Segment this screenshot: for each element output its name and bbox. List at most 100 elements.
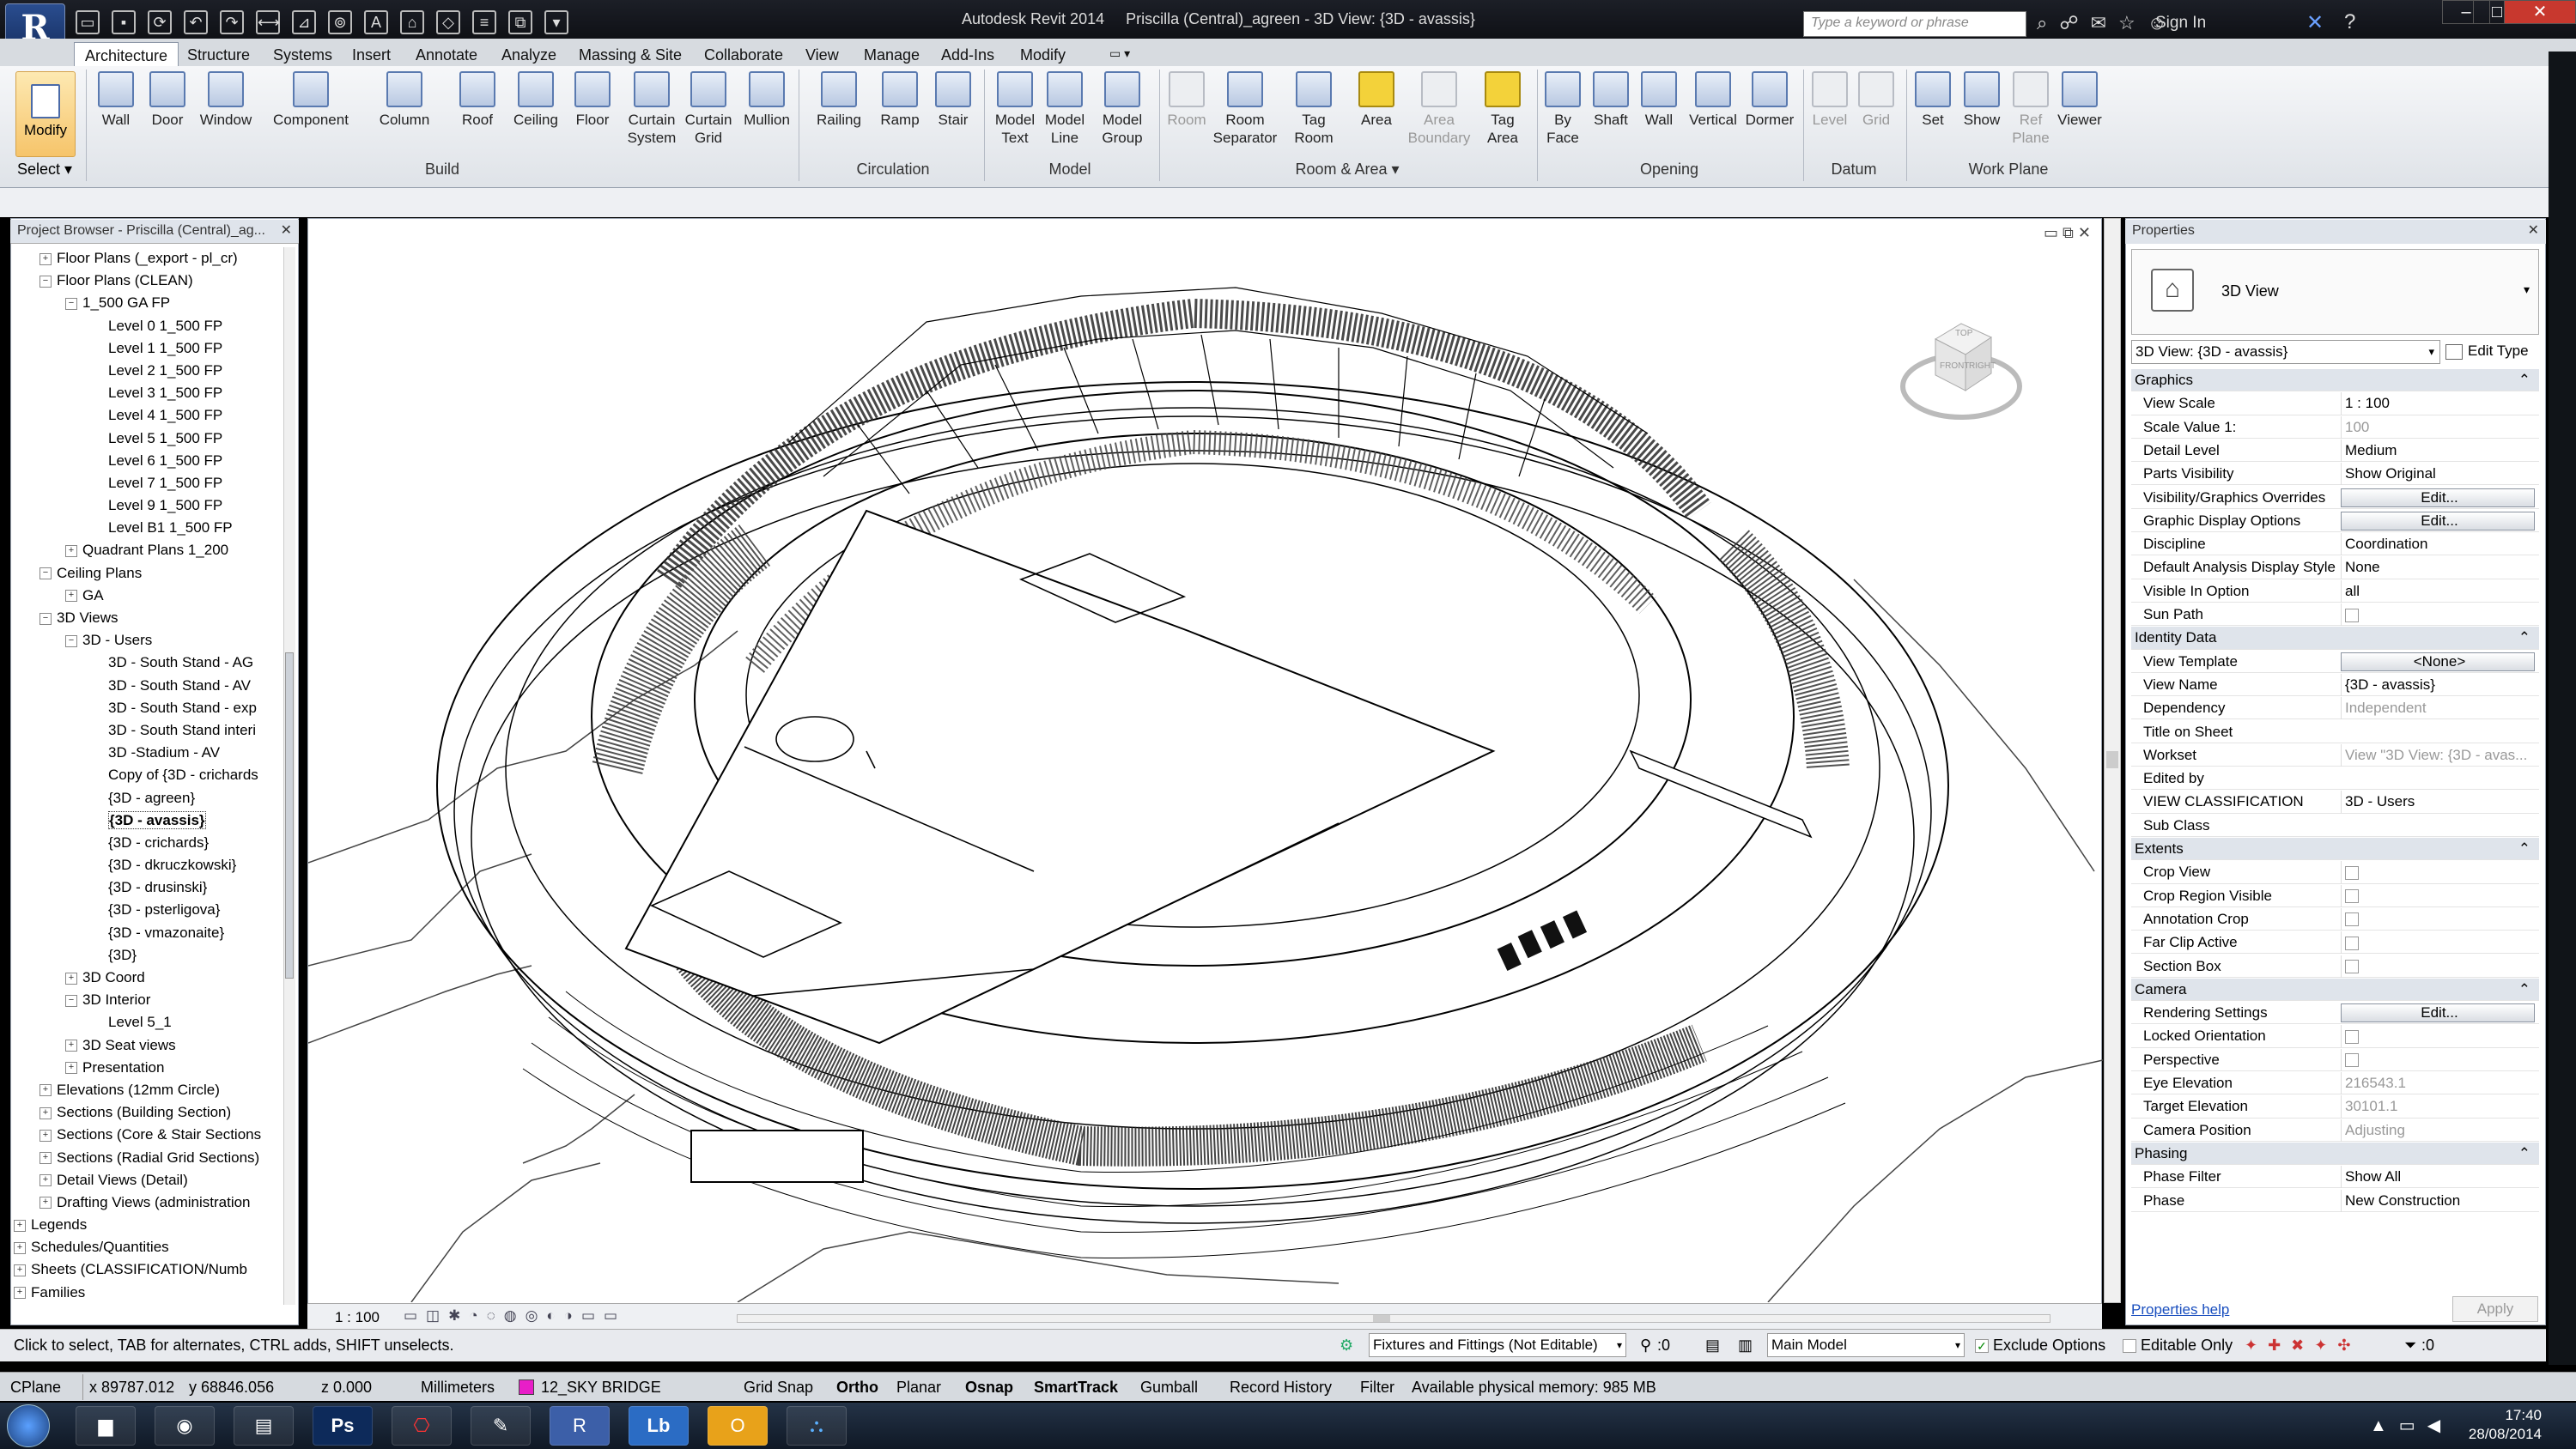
units-label[interactable]: Millimeters — [421, 1373, 495, 1402]
tab-systems[interactable]: Systems — [263, 42, 343, 68]
view-vscrollbar[interactable] — [2104, 218, 2121, 1303]
property-checkbox[interactable] — [2341, 907, 2535, 931]
sync-icon[interactable]: ⟳ — [148, 10, 172, 34]
record-history-toggle[interactable]: Record History — [1230, 1373, 1332, 1402]
default-3d-view-icon[interactable]: ⌂ — [400, 10, 424, 34]
tree-item[interactable]: Level 0 1_500 FP — [14, 315, 285, 337]
search-input[interactable]: Type a keyword or phrase — [1803, 11, 2026, 37]
tag-icon[interactable]: ⊚ — [328, 10, 352, 34]
binoculars-icon[interactable]: ⌕ — [2037, 12, 2047, 34]
tab-architecture[interactable]: Architecture — [74, 42, 179, 68]
collapse-icon[interactable]: ⌃ — [2518, 1143, 2530, 1165]
model-line-button[interactable]: Model Line — [1041, 71, 1089, 147]
viewer-button[interactable]: Viewer — [2054, 71, 2105, 129]
taskbar-rhino-icon[interactable]: ⛬ — [787, 1406, 847, 1446]
tree-item[interactable]: + Presentation — [14, 1057, 285, 1079]
close-button[interactable]: ✕ — [2504, 0, 2576, 24]
save-icon[interactable]: ▪ — [112, 10, 136, 34]
tree-item[interactable]: + Schedules/Quantities — [14, 1236, 285, 1258]
collapse-icon[interactable]: − — [39, 275, 52, 288]
expand-icon[interactable]: + — [65, 1040, 77, 1052]
property-value[interactable]: Show All — [2341, 1166, 2535, 1189]
property-edit-button[interactable]: Edit... — [2341, 511, 2535, 530]
property-checkbox[interactable] — [2341, 884, 2535, 907]
cplane-label[interactable]: CPlane — [10, 1373, 61, 1402]
collapse-icon[interactable]: ⌃ — [2518, 369, 2530, 391]
smarttrack-toggle[interactable]: SmartTrack — [1034, 1373, 1118, 1402]
model-group-button[interactable]: Model Group — [1092, 71, 1152, 147]
property-value[interactable]: New Construction — [2341, 1189, 2535, 1212]
open-icon[interactable]: ▭ — [76, 10, 100, 34]
checkbox-icon[interactable] — [2345, 889, 2359, 904]
expand-icon[interactable]: + — [65, 1062, 77, 1075]
show-workplane-button[interactable]: Show — [1958, 71, 2006, 129]
collapse-icon[interactable]: − — [65, 634, 77, 647]
property-checkbox[interactable] — [2341, 1025, 2535, 1048]
tree-item[interactable]: {3D - vmazonaite} — [14, 922, 285, 944]
property-value[interactable]: Adjusting — [2341, 1119, 2535, 1142]
select-panel-label[interactable]: Select ▾ — [17, 161, 72, 179]
help-icon[interactable]: ? — [2344, 10, 2355, 34]
collapse-icon[interactable]: ⌃ — [2518, 979, 2530, 1001]
floor-button[interactable]: Floor — [570, 71, 615, 129]
favorites-icon[interactable]: ☆ — [2118, 12, 2136, 34]
tree-item[interactable]: Level 6 1_500 FP — [14, 450, 285, 472]
tree-item[interactable]: {3D} — [14, 944, 285, 967]
tree-item[interactable]: {3D - psterligova} — [14, 899, 285, 921]
property-group-header[interactable]: Phasing ⌃ — [2131, 1142, 2539, 1166]
property-value[interactable]: None — [2341, 556, 2535, 579]
window-button[interactable]: Window — [196, 71, 256, 129]
tree-item[interactable]: +3D Seat views — [14, 1034, 285, 1057]
taskbar-lb-icon[interactable]: Lb — [629, 1406, 689, 1446]
tree-item[interactable]: + Floor Plans (_export - pl_cr) — [14, 247, 285, 270]
type-selector[interactable]: ⌂ 3D View ▾ — [2131, 249, 2539, 335]
design-option-dropdown[interactable]: Main Model ▾ — [1767, 1333, 1965, 1357]
tree-item[interactable]: Level 4 1_500 FP — [14, 404, 285, 427]
property-value[interactable]: all — [2341, 579, 2535, 603]
expand-icon[interactable]: + — [14, 1219, 26, 1232]
workset-dropdown[interactable]: Fixtures and Fittings (Not Editable) ▾ — [1369, 1333, 1626, 1357]
text-icon[interactable]: A — [364, 10, 388, 34]
checkbox-icon[interactable] — [2345, 865, 2359, 880]
communication-icon[interactable]: ✉ — [2091, 12, 2106, 34]
tree-item[interactable]: +3D Coord — [14, 967, 285, 989]
undo-icon[interactable]: ↶ — [184, 10, 208, 34]
wall-button[interactable]: Wall — [94, 71, 137, 129]
view-hscrollbar[interactable] — [737, 1314, 2050, 1323]
aligned-dimension-icon[interactable]: ⊿ — [292, 10, 316, 34]
wall-opening-button[interactable]: Wall — [1637, 71, 1681, 129]
tree-item[interactable]: + Drafting Views (administration — [14, 1191, 285, 1214]
tree-item[interactable]: Level B1 1_500 FP — [14, 517, 285, 539]
collapse-icon[interactable]: ⌃ — [2518, 838, 2530, 860]
taskbar-explorer-icon[interactable]: ▆ — [76, 1406, 136, 1446]
tree-item[interactable]: + Sections (Radial Grid Sections) — [14, 1147, 285, 1169]
expand-icon[interactable]: + — [14, 1241, 26, 1254]
expand-icon[interactable]: + — [39, 252, 52, 265]
property-checkbox[interactable] — [2341, 931, 2535, 955]
tree-item[interactable]: Level 9 1_500 FP — [14, 494, 285, 517]
collapse-icon[interactable]: − — [65, 297, 77, 310]
close-hidden-windows-icon[interactable]: ⧉ — [508, 10, 532, 34]
edit-type-button[interactable]: Edit Type — [2445, 340, 2529, 362]
property-edit-button[interactable]: Edit... — [2341, 1003, 2535, 1023]
tab-analyze[interactable]: Analyze — [491, 42, 567, 68]
collapse-icon[interactable]: − — [39, 567, 52, 580]
tree-item[interactable]: Level 5_1 — [14, 1011, 285, 1034]
tree-item[interactable]: 3D - South Stand - AG — [14, 652, 285, 674]
opening-by-face-button[interactable]: By Face — [1540, 71, 1585, 147]
property-value[interactable]: Independent — [2341, 697, 2535, 720]
tree-item[interactable]: {3D - crichards} — [14, 832, 285, 854]
close-icon[interactable]: ✕ — [281, 221, 292, 239]
filter-icon[interactable]: ⏷ — [2404, 1330, 2416, 1361]
shaft-button[interactable]: Shaft — [1589, 71, 1633, 129]
property-checkbox[interactable] — [2341, 1048, 2535, 1071]
browser-scroll-thumb[interactable] — [285, 652, 294, 979]
tree-item[interactable]: {3D - agreen} — [14, 787, 285, 809]
stair-button[interactable]: Stair — [929, 71, 977, 129]
planar-toggle[interactable]: Planar — [896, 1373, 941, 1402]
tree-item[interactable]: − Ceiling Plans — [14, 562, 285, 585]
ribbon-minimize-icon[interactable]: ▭ ▾ — [1099, 42, 1140, 68]
tab-modify[interactable]: Modify — [1010, 42, 1076, 68]
property-value[interactable]: View "3D View: {3D - avas... — [2341, 743, 2535, 767]
room-area-panel-label[interactable]: Room & Area ▾ — [1163, 161, 1532, 179]
